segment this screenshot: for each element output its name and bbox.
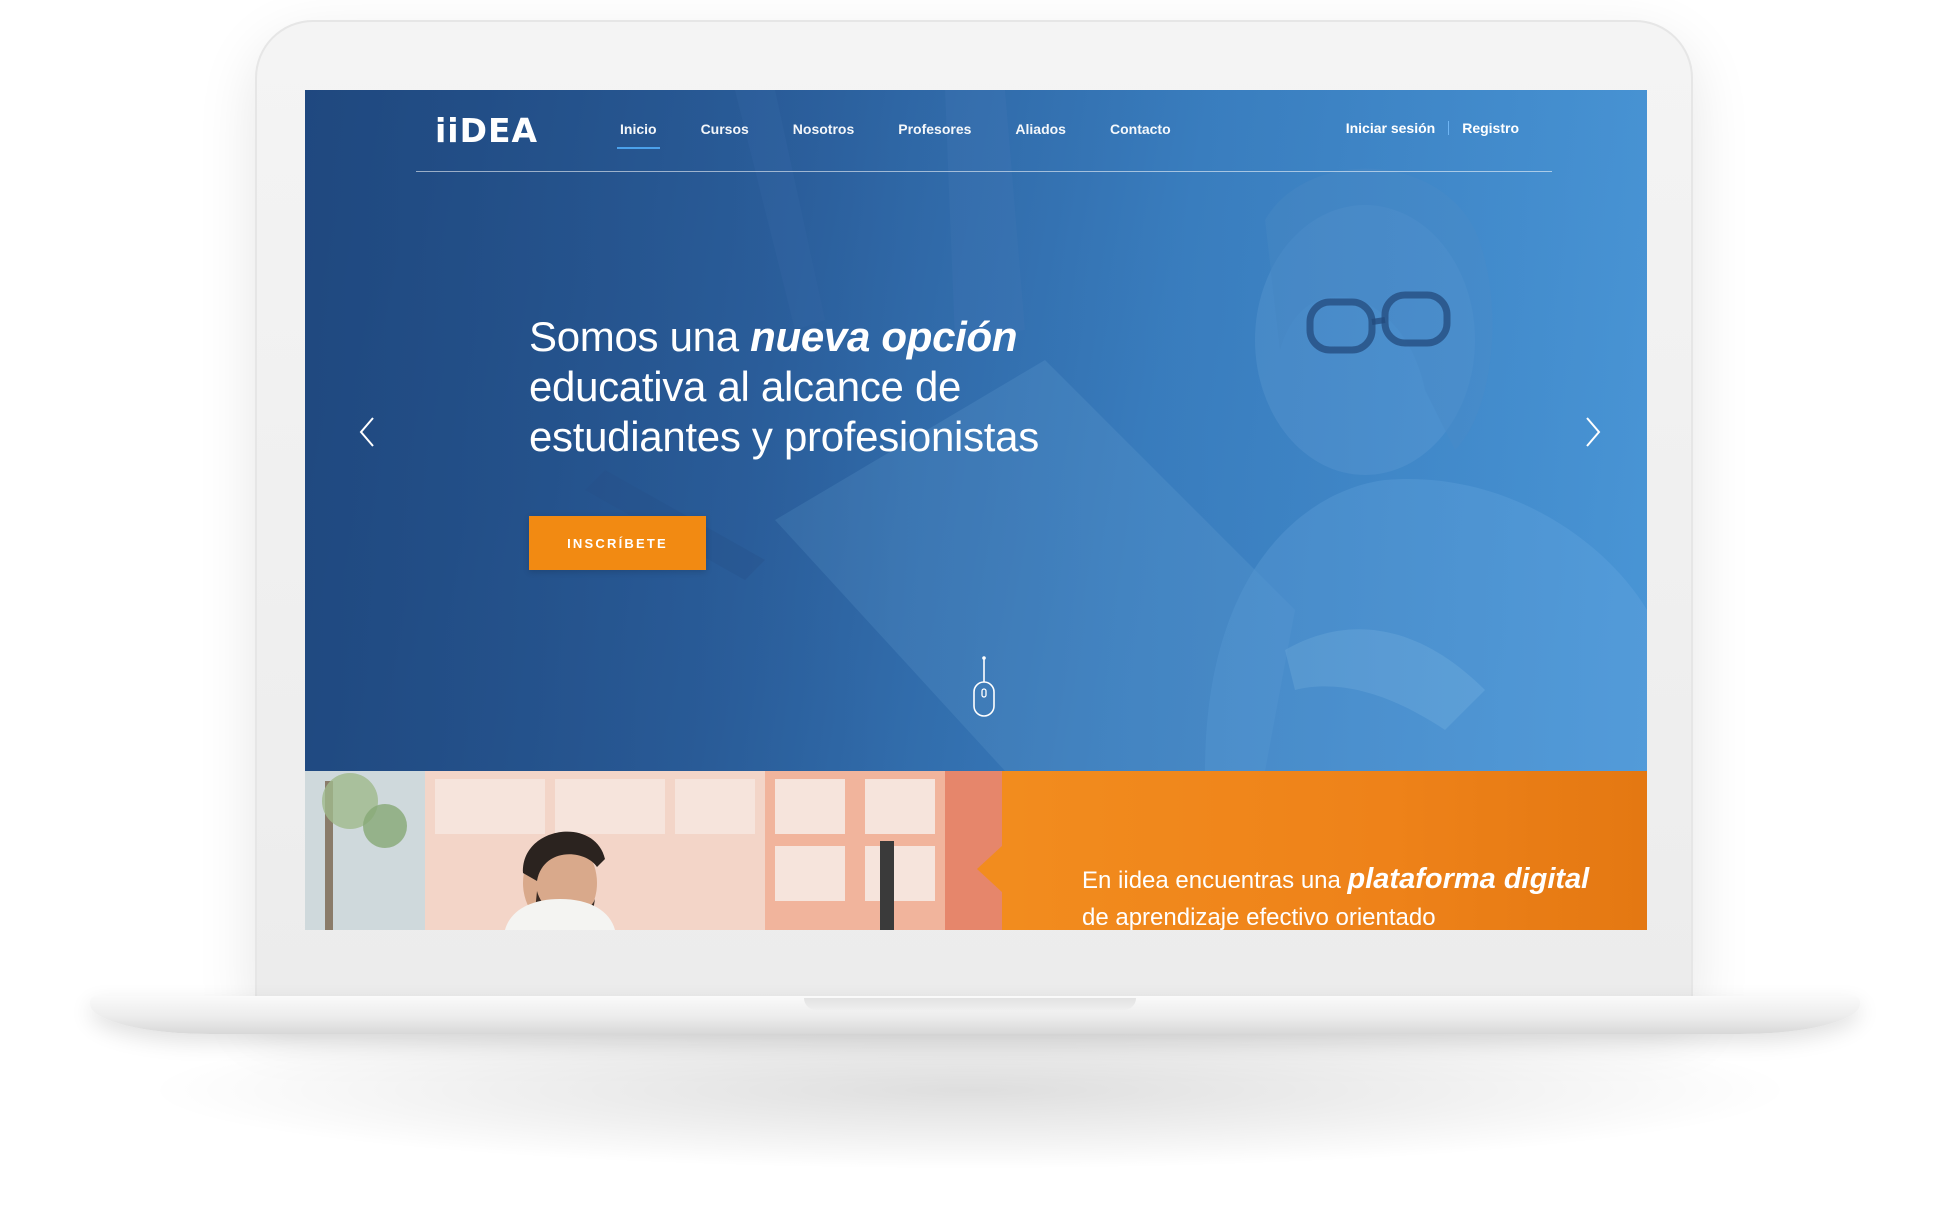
promo-text-start: En iidea encuentras una [1082, 867, 1348, 894]
promo-text-end: de aprendizaje efectivo orientado [1082, 904, 1436, 930]
register-link[interactable]: Registro [1462, 120, 1519, 136]
nav-item-cursos[interactable]: Cursos [701, 120, 749, 150]
auth-links: Iniciar sesión Registro [1346, 120, 1519, 136]
chevron-left-icon [359, 417, 374, 447]
nav-item-profesores[interactable]: Profesores [898, 120, 971, 150]
top-navigation: iiDEA Inicio Cursos Nosotros Profesores … [305, 90, 1647, 172]
promo-pointer [977, 845, 1003, 893]
professional-photo [305, 771, 1002, 930]
nav-item-nosotros[interactable]: Nosotros [793, 120, 854, 150]
nav-item-aliados[interactable]: Aliados [1015, 120, 1066, 150]
nav-item-inicio[interactable]: Inicio [617, 120, 660, 150]
nav-divider [416, 171, 1552, 172]
nav-item-contacto[interactable]: Contacto [1110, 120, 1171, 150]
hero-section: iiDEA Inicio Cursos Nosotros Profesores … [305, 90, 1647, 771]
login-link[interactable]: Iniciar sesión [1346, 120, 1435, 136]
mouse-scroll-icon[interactable] [972, 656, 996, 718]
main-menu: Inicio Cursos Nosotros Profesores Aliado… [617, 120, 1215, 150]
chevron-right-icon [1586, 417, 1601, 447]
office-man-image [305, 771, 1002, 930]
promo-section: En iidea encuentras una plataforma digit… [1002, 771, 1647, 930]
hero-headline: Somos una nueva opción educativa al alca… [529, 312, 1169, 462]
headline-text-start: Somos una [529, 313, 751, 360]
enroll-button[interactable]: INSCRÍBETE [529, 516, 706, 570]
carousel-next-button[interactable] [1577, 412, 1607, 452]
laptop-screen: iiDEA Inicio Cursos Nosotros Profesores … [305, 90, 1647, 930]
headline-text-end: educativa al alcance de estudiantes y pr… [529, 363, 1039, 460]
laptop-notch [804, 998, 1136, 1010]
promo-text: En iidea encuentras una plataforma digit… [1082, 861, 1602, 930]
site-logo[interactable]: iiDEA [435, 114, 538, 148]
headline-emphasis: nueva opción [750, 313, 1018, 360]
promo-emphasis: plataforma digital [1347, 863, 1590, 895]
auth-divider [1448, 121, 1450, 135]
carousel-prev-button[interactable] [353, 412, 383, 452]
laptop-shadow [140, 1010, 1800, 1170]
